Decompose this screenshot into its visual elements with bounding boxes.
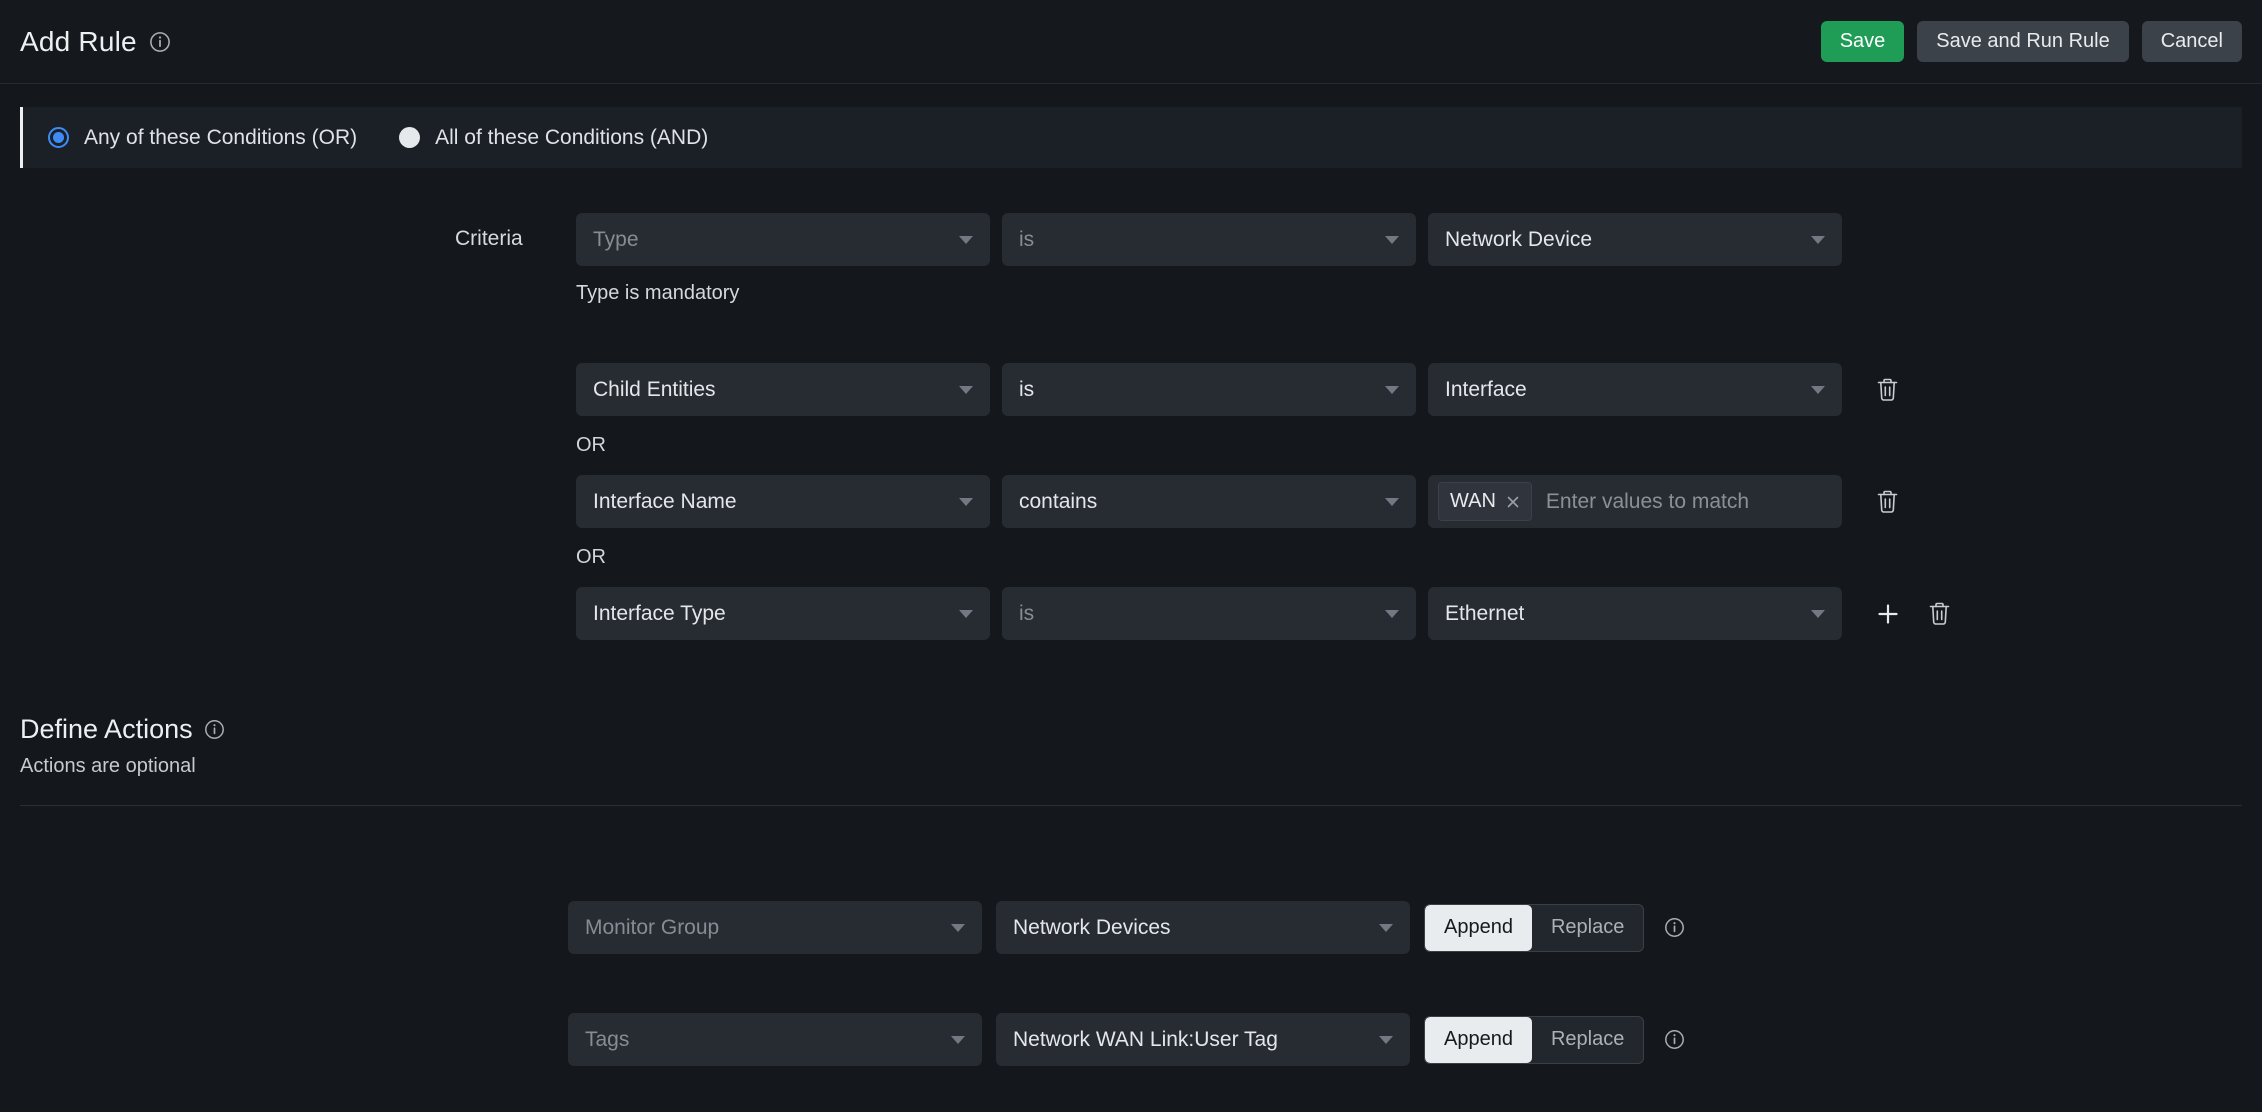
radio-unselected-icon[interactable] bbox=[399, 127, 420, 148]
field-dropdown[interactable]: Interface Type bbox=[576, 587, 990, 640]
remove-tag-icon[interactable] bbox=[1506, 495, 1520, 509]
append-option[interactable]: Append bbox=[1425, 905, 1532, 951]
trash-icon bbox=[1876, 489, 1899, 514]
section-divider bbox=[20, 805, 2242, 806]
info-icon[interactable] bbox=[1664, 1029, 1685, 1050]
values-tag-input[interactable]: WAN Enter values to match bbox=[1428, 475, 1842, 528]
operator-dropdown[interactable]: is bbox=[1002, 213, 1416, 266]
value-dropdown-value: Interface bbox=[1445, 378, 1527, 402]
field-dropdown-value: Interface Name bbox=[593, 490, 737, 514]
value-dropdown[interactable]: Network Device bbox=[1428, 213, 1842, 266]
value-dropdown-value: Network Device bbox=[1445, 228, 1592, 252]
tag-input-placeholder: Enter values to match bbox=[1546, 490, 1749, 514]
type-mandatory-helper: Type is mandatory bbox=[576, 282, 2262, 305]
operator-dropdown[interactable]: contains bbox=[1002, 475, 1416, 528]
chevron-down-icon bbox=[1811, 386, 1825, 394]
field-dropdown-value: Interface Type bbox=[593, 602, 726, 626]
action-value-value: Network Devices bbox=[1013, 916, 1171, 940]
replace-option[interactable]: Replace bbox=[1532, 1017, 1643, 1063]
append-option[interactable]: Append bbox=[1425, 1017, 1532, 1063]
actions-optional-note: Actions are optional bbox=[20, 755, 2242, 778]
delete-row-button[interactable] bbox=[1928, 601, 1951, 626]
trash-icon bbox=[1876, 377, 1899, 402]
chevron-down-icon bbox=[1379, 1036, 1393, 1044]
value-dropdown[interactable]: Interface bbox=[1428, 363, 1842, 416]
define-actions-header: Define Actions Actions are optional bbox=[0, 714, 2262, 778]
action-field-dropdown[interactable]: Monitor Group bbox=[568, 901, 982, 954]
delete-row-button[interactable] bbox=[1876, 377, 1899, 402]
action-field-dropdown[interactable]: Tags bbox=[568, 1013, 982, 1066]
delete-row-button[interactable] bbox=[1876, 489, 1899, 514]
chevron-down-icon bbox=[1385, 610, 1399, 618]
field-dropdown[interactable]: Interface Name bbox=[576, 475, 990, 528]
or-separator: OR bbox=[576, 546, 2262, 569]
operator-dropdown-value: contains bbox=[1019, 490, 1097, 514]
chevron-down-icon bbox=[951, 1036, 965, 1044]
replace-option[interactable]: Replace bbox=[1532, 905, 1643, 951]
action-value-dropdown[interactable]: Network Devices bbox=[996, 901, 1410, 954]
field-dropdown-value: Child Entities bbox=[593, 378, 716, 402]
value-dropdown[interactable]: Ethernet bbox=[1428, 587, 1842, 640]
chevron-down-icon bbox=[1379, 924, 1393, 932]
criteria-row-type: Type is Network Device bbox=[576, 213, 2262, 266]
chevron-down-icon bbox=[959, 610, 973, 618]
chevron-down-icon bbox=[1811, 610, 1825, 618]
value-chip: WAN bbox=[1438, 482, 1532, 521]
action-field-value: Monitor Group bbox=[585, 916, 719, 940]
action-rows: Monitor Group Network Devices Append Rep… bbox=[0, 901, 2262, 1066]
chevron-down-icon bbox=[1385, 386, 1399, 394]
chevron-down-icon bbox=[959, 236, 973, 244]
chevron-down-icon bbox=[1385, 498, 1399, 506]
criteria-row-interface-name: Interface Name contains WAN Enter values… bbox=[576, 475, 2262, 528]
operator-dropdown-value: is bbox=[1019, 228, 1034, 252]
radio-selected-icon[interactable] bbox=[48, 127, 69, 148]
chevron-down-icon bbox=[1385, 236, 1399, 244]
operator-dropdown[interactable]: is bbox=[1002, 363, 1416, 416]
header-title-group: Add Rule bbox=[20, 26, 171, 58]
field-dropdown-value: Type bbox=[593, 228, 639, 252]
action-value-value: Network WAN Link:User Tag bbox=[1013, 1028, 1278, 1052]
header: Add Rule Save Save and Run Rule Cancel bbox=[0, 0, 2262, 84]
criteria-section: Criteria Type is Network Device Type is … bbox=[0, 213, 2262, 640]
info-icon[interactable] bbox=[149, 31, 171, 53]
operator-dropdown-value: is bbox=[1019, 602, 1034, 626]
chevron-down-icon bbox=[959, 498, 973, 506]
condition-mode-bar: Any of these Conditions (OR) All of thes… bbox=[20, 107, 2242, 168]
append-replace-toggle: Append Replace bbox=[1424, 904, 1644, 952]
info-icon[interactable] bbox=[204, 719, 225, 740]
criteria-row-child-entities: Child Entities is Interface bbox=[576, 363, 2262, 416]
chevron-down-icon bbox=[959, 386, 973, 394]
append-replace-toggle: Append Replace bbox=[1424, 1016, 1644, 1064]
trash-icon bbox=[1928, 601, 1951, 626]
criteria-row-interface-type: Interface Type is Ethernet bbox=[576, 587, 2262, 640]
page-title: Add Rule bbox=[20, 26, 137, 58]
chevron-down-icon bbox=[1811, 236, 1825, 244]
define-actions-title: Define Actions bbox=[20, 714, 193, 745]
field-dropdown[interactable]: Type bbox=[576, 213, 990, 266]
save-and-run-button[interactable]: Save and Run Rule bbox=[1917, 21, 2128, 62]
header-actions: Save Save and Run Rule Cancel bbox=[1821, 21, 2242, 62]
radio-any-label: Any of these Conditions (OR) bbox=[84, 126, 357, 150]
value-chip-label: WAN bbox=[1450, 490, 1496, 513]
info-icon[interactable] bbox=[1664, 917, 1685, 938]
action-row-monitor-group: Monitor Group Network Devices Append Rep… bbox=[568, 901, 2262, 954]
or-separator: OR bbox=[576, 434, 2262, 457]
criteria-label: Criteria bbox=[455, 227, 523, 251]
action-value-dropdown[interactable]: Network WAN Link:User Tag bbox=[996, 1013, 1410, 1066]
save-button[interactable]: Save bbox=[1821, 21, 1905, 62]
operator-dropdown[interactable]: is bbox=[1002, 587, 1416, 640]
action-row-tags: Tags Network WAN Link:User Tag Append Re… bbox=[568, 1013, 2262, 1066]
plus-icon bbox=[1876, 602, 1900, 626]
field-dropdown[interactable]: Child Entities bbox=[576, 363, 990, 416]
radio-all-label: All of these Conditions (AND) bbox=[435, 126, 708, 150]
radio-all-conditions[interactable]: All of these Conditions (AND) bbox=[399, 126, 708, 150]
action-field-value: Tags bbox=[585, 1028, 629, 1052]
chevron-down-icon bbox=[951, 924, 965, 932]
value-dropdown-value: Ethernet bbox=[1445, 602, 1524, 626]
operator-dropdown-value: is bbox=[1019, 378, 1034, 402]
radio-any-conditions[interactable]: Any of these Conditions (OR) bbox=[48, 126, 357, 150]
add-row-button[interactable] bbox=[1876, 602, 1900, 626]
cancel-button[interactable]: Cancel bbox=[2142, 21, 2242, 62]
